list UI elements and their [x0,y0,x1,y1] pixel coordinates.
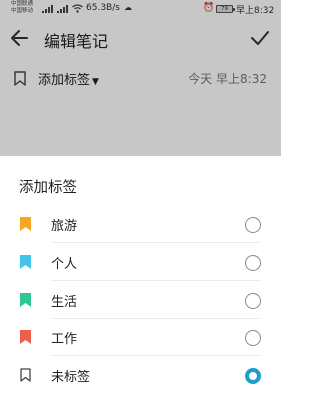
radio-button[interactable] [245,330,261,346]
tag-option-life[interactable]: 生活 [0,282,281,319]
tag-option-personal[interactable]: 个人 [0,244,281,281]
tag-option-untagged[interactable]: 未标签 [0,357,281,394]
tag-option-label: 生活 [51,295,78,310]
add-tag-sheet: 添加标签 旅游 个人 生活 工作 未标签 [0,156,281,400]
red-bookmark-icon [20,330,31,344]
radio-button[interactable] [245,293,261,309]
divider [51,280,261,281]
radio-button-selected[interactable] [245,368,261,384]
tag-option-work[interactable]: 工作 [0,319,281,356]
tag-option-label: 旅游 [51,219,78,234]
sheet-title: 添加标签 [19,180,77,196]
orange-bookmark-icon [20,217,31,231]
divider [51,242,261,243]
tag-option-travel[interactable]: 旅游 [0,206,281,243]
outline-bookmark-icon [20,368,31,382]
radio-button[interactable] [245,255,261,271]
tag-option-label: 工作 [51,332,78,347]
radio-button[interactable] [245,217,261,233]
divider [51,355,261,356]
tag-option-label: 未标签 [51,370,91,385]
blue-bookmark-icon [20,255,31,269]
tag-option-label: 个人 [51,257,78,272]
green-bookmark-icon [20,293,31,307]
